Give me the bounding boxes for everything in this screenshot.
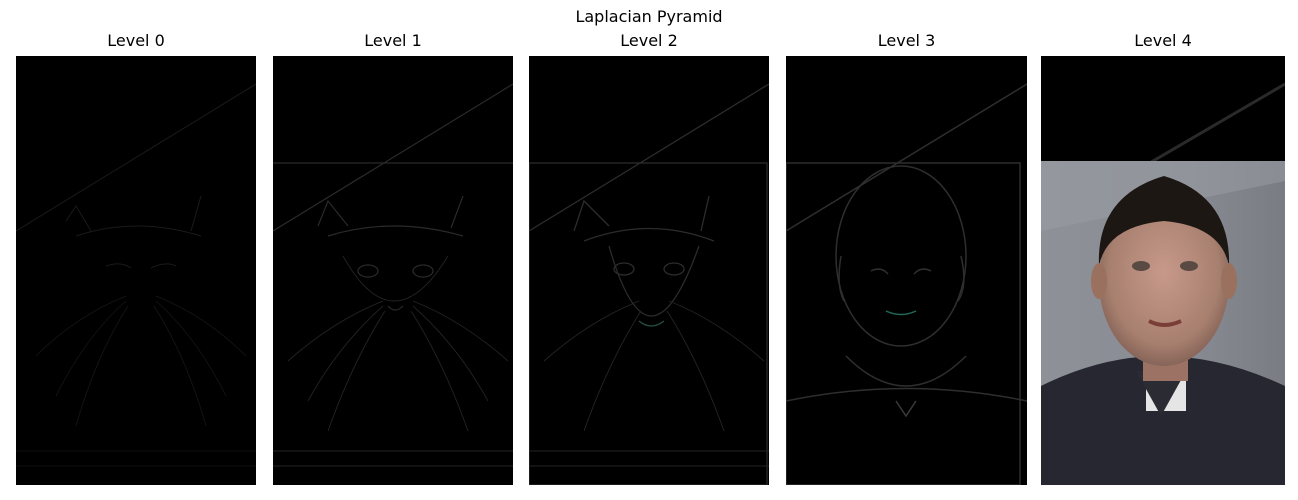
level-4-image <box>1041 56 1285 485</box>
pyramid-level-1-panel: Level 1 <box>273 31 513 485</box>
level-2-image <box>529 56 769 485</box>
level-0-title: Level 0 <box>107 31 165 50</box>
level-3-image <box>786 56 1027 485</box>
level-3-title: Level 3 <box>877 31 936 50</box>
pyramid-level-3-panel: Level 3 <box>786 31 1027 485</box>
level-1-image <box>273 56 513 485</box>
level-0-image <box>16 56 256 485</box>
level-2-title: Level 2 <box>620 31 678 50</box>
level-4-title: Level 4 <box>1134 31 1192 50</box>
pyramid-level-2-panel: Level 2 <box>529 31 769 485</box>
pyramid-level-0-panel: Level 0 <box>16 31 256 485</box>
pyramid-level-4-panel: Level 4 <box>1041 31 1285 485</box>
figure-title: Laplacian Pyramid <box>575 7 723 26</box>
level-1-title: Level 1 <box>364 31 422 50</box>
